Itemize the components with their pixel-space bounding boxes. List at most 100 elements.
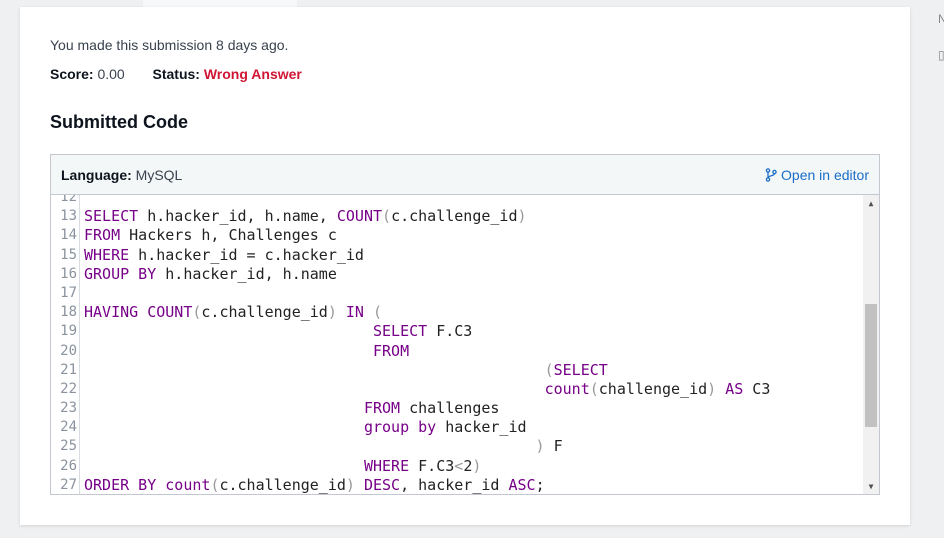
code-text: SELECT F.C3 bbox=[79, 322, 472, 341]
code-token: C3 bbox=[743, 379, 771, 398]
code-token: Hackers h, Challenges c bbox=[120, 226, 337, 245]
code-token: c.challenge_id bbox=[219, 475, 346, 494]
code-token: ) bbox=[707, 379, 717, 398]
code-token: c.challenge_id bbox=[201, 303, 328, 322]
code-line: 24 group by hacker_id bbox=[51, 418, 863, 437]
code-line: 25 ) F bbox=[51, 437, 863, 456]
code-text: ) F bbox=[79, 437, 563, 456]
code-token: h.hacker_id, h.name, bbox=[138, 207, 337, 226]
code-token: count bbox=[165, 475, 211, 494]
code-token: , hacker_id bbox=[400, 475, 509, 494]
code-text: count(challenge_id) AS C3 bbox=[79, 379, 771, 399]
code-line: 13 SELECT h.hacker_id, h.name, COUNT(c.ch… bbox=[51, 207, 863, 226]
code-text: FROM Hackers h, Challenges c bbox=[79, 226, 337, 245]
code-editor[interactable]: 12 13 SELECT h.hacker_id, h.name, COUNT(c.… bbox=[51, 195, 879, 494]
code-text: GROUP BY h.hacker_id, h.name bbox=[79, 265, 337, 284]
code-line: 20 FROM bbox=[51, 342, 863, 361]
branch-icon bbox=[765, 167, 777, 182]
score-value: 0.00 bbox=[97, 66, 125, 82]
tab-strip bbox=[143, 0, 297, 7]
scroll-up-icon[interactable]: ▲ bbox=[863, 195, 879, 211]
code-line: 27 ORDER BY count(c.challenge_id) DESC, h… bbox=[51, 476, 863, 494]
line-number: 13 bbox=[60, 208, 77, 225]
code-line: 12 bbox=[51, 195, 863, 207]
code-token: SELECT bbox=[553, 360, 608, 379]
score-status-row: Score: 0.00 Status: Wrong Answer bbox=[50, 66, 302, 82]
code-token: AS bbox=[725, 379, 744, 398]
line-number: 21 bbox=[60, 361, 77, 378]
code-line: 15 WHERE h.hacker_id = c.hacker_id bbox=[51, 246, 863, 265]
line-number: 27 bbox=[60, 476, 77, 493]
line-number: 23 bbox=[60, 400, 77, 417]
code-token: FROM bbox=[363, 399, 401, 418]
code-token: ) bbox=[517, 207, 527, 226]
code-token: ( bbox=[382, 207, 392, 226]
code-line: 18 HAVING COUNT(c.challenge_id) IN ( bbox=[51, 303, 863, 322]
line-number: 12 bbox=[60, 195, 77, 205]
right-edge-glyph: N bbox=[938, 12, 944, 26]
code-text: SELECT h.hacker_id, h.name, COUNT(c.chal… bbox=[79, 207, 527, 226]
code-token: ) bbox=[535, 437, 545, 456]
line-number: 15 bbox=[60, 246, 77, 263]
scrollbar-thumb[interactable] bbox=[865, 304, 877, 427]
code-token: F.C3 bbox=[409, 456, 455, 475]
code-line: 23 FROM challenges bbox=[51, 399, 863, 418]
open-in-editor-label: Open in editor bbox=[781, 166, 869, 183]
code-text: WHERE F.C3<2) bbox=[79, 457, 481, 476]
code-token: FROM bbox=[372, 341, 410, 360]
code-token: ; bbox=[535, 475, 545, 494]
code-line: 26 WHERE F.C3<2) bbox=[51, 457, 863, 476]
code-text: HAVING COUNT(c.challenge_id) IN ( bbox=[79, 303, 382, 322]
code-viewer: Language: MySQL Open in editor 12 13 SELEC… bbox=[50, 154, 880, 495]
code-token: SELECT bbox=[84, 207, 139, 226]
code-line: 22 count(challenge_id) AS C3 bbox=[51, 380, 863, 399]
code-text: (SELECT bbox=[79, 361, 608, 380]
code-token: ( bbox=[373, 303, 383, 322]
code-token: GROUP BY bbox=[84, 264, 157, 283]
line-number: 19 bbox=[60, 323, 77, 340]
line-number: 14 bbox=[60, 227, 77, 244]
code-lines: 12 13 SELECT h.hacker_id, h.name, COUNT(c.… bbox=[51, 195, 863, 494]
score-label: Score: bbox=[50, 66, 94, 82]
code-line: 16 GROUP BY h.hacker_id, h.name bbox=[51, 265, 863, 284]
code-token: hacker_id bbox=[436, 418, 527, 437]
language-value: MySQL bbox=[135, 166, 183, 183]
code-token: challenges bbox=[400, 399, 500, 418]
code-token: h.hacker_id, h.name bbox=[156, 264, 337, 283]
code-token: IN bbox=[345, 303, 364, 322]
code-token: ORDER BY bbox=[84, 475, 157, 494]
code-token: < bbox=[454, 456, 464, 475]
code-text: WHERE h.hacker_id = c.hacker_id bbox=[79, 246, 364, 265]
code-token: ( bbox=[589, 379, 599, 398]
code-token: COUNT bbox=[147, 303, 193, 322]
code-text: ORDER BY count(c.challenge_id) DESC, hac… bbox=[79, 476, 545, 494]
code-token: group by bbox=[363, 418, 437, 437]
scroll-down-icon[interactable]: ▼ bbox=[863, 478, 879, 494]
code-token: ( bbox=[544, 360, 554, 379]
language-label: Language: bbox=[61, 166, 132, 183]
vertical-scrollbar[interactable]: ▲ ▼ bbox=[863, 195, 879, 494]
code-token: FROM bbox=[84, 226, 121, 245]
code-token: WHERE bbox=[363, 456, 410, 475]
code-line: 17 bbox=[51, 284, 863, 303]
code-token: c.challenge_id bbox=[391, 207, 518, 226]
code-token: ASC bbox=[508, 475, 536, 494]
code-token: h.hacker_id = c.hacker_id bbox=[129, 245, 364, 264]
submission-card: You made this submission 8 days ago. Sco… bbox=[20, 7, 910, 525]
code-token: ) bbox=[327, 303, 337, 322]
code-line: 14 FROM Hackers h, Challenges c bbox=[51, 226, 863, 245]
code-token: WHERE bbox=[84, 245, 130, 264]
code-token: count bbox=[544, 379, 590, 398]
open-in-editor-link[interactable]: Open in editor bbox=[765, 167, 869, 183]
code-line: 19 SELECT F.C3 bbox=[51, 322, 863, 341]
